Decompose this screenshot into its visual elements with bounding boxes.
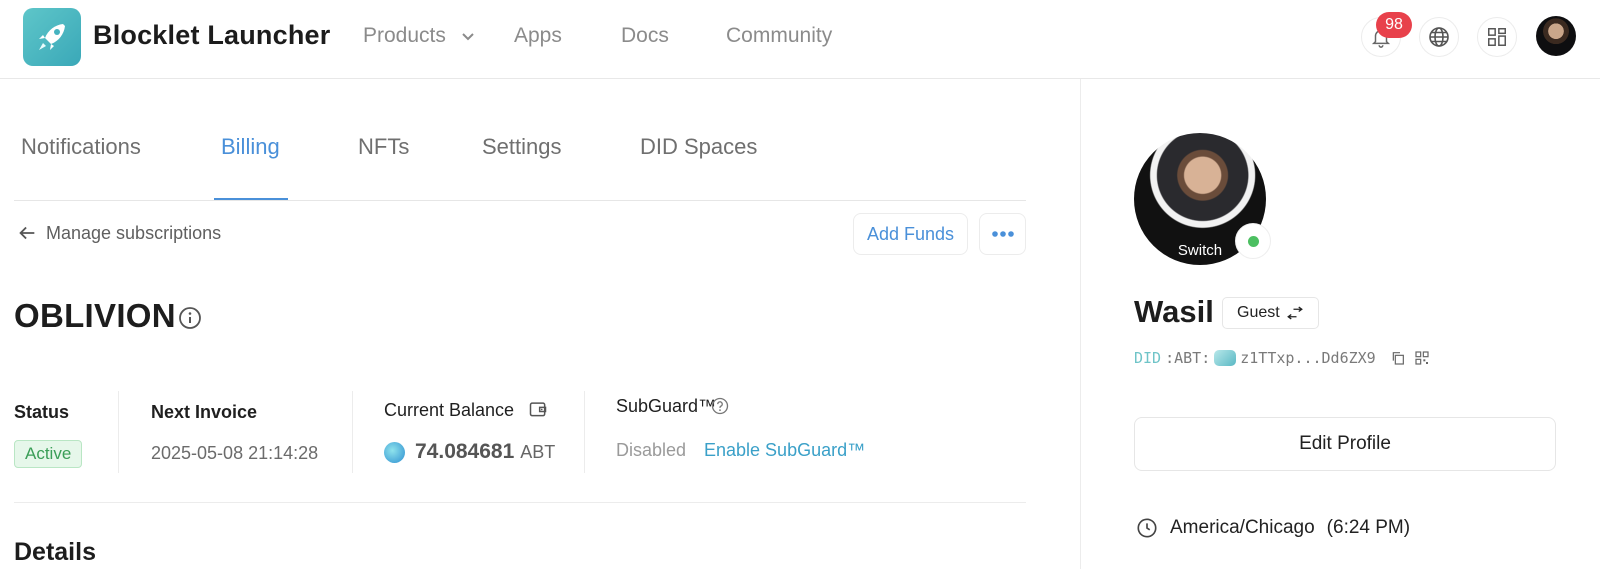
- did-value: z1TTxp...Dd6ZX9: [1240, 349, 1376, 367]
- copy-icon[interactable]: [1390, 350, 1406, 366]
- clock-icon: [1137, 518, 1157, 538]
- edit-profile-button[interactable]: Edit Profile: [1134, 417, 1556, 471]
- help-icon[interactable]: [711, 397, 729, 415]
- did-avatar-icon: [1214, 350, 1237, 366]
- tab-billing[interactable]: Billing: [221, 134, 280, 160]
- column-divider: [118, 391, 119, 473]
- online-status-indicator: [1235, 223, 1271, 259]
- wallet-icon[interactable]: [528, 399, 548, 419]
- info-icon[interactable]: [178, 306, 202, 330]
- section-divider: [14, 502, 1026, 503]
- subguard-status: Disabled: [616, 440, 687, 460]
- did-prefix: DID: [1134, 349, 1162, 367]
- status-badge: Active: [14, 440, 83, 468]
- online-dot: [1247, 235, 1259, 247]
- timezone-name: America/Chicago: [1170, 517, 1315, 538]
- grid-icon: [1488, 28, 1506, 46]
- globe-icon: [1429, 27, 1449, 47]
- chevron-down-icon[interactable]: [460, 29, 476, 45]
- switch-arrows-icon: [1286, 306, 1303, 320]
- add-funds-button[interactable]: Add Funds: [853, 213, 968, 255]
- did-address: DID:ABT: z1TTxp...Dd6ZX9: [1134, 349, 1430, 367]
- notification-count-badge: 98: [1376, 12, 1412, 38]
- column-divider: [352, 391, 353, 473]
- qr-code-icon[interactable]: [1414, 350, 1430, 366]
- active-tab-indicator: [214, 198, 288, 200]
- next-invoice-label: Next Invoice: [151, 402, 258, 422]
- next-invoice-date: 2025-05-08 21:14:28: [151, 443, 319, 463]
- blocklet-launcher-logo[interactable]: [23, 8, 81, 66]
- did-chain: :ABT:: [1165, 349, 1211, 367]
- balance-amount: 74.084681: [415, 440, 515, 463]
- tab-notifications[interactable]: Notifications: [21, 134, 141, 160]
- enable-subguard-link[interactable]: Enable SubGuard™: [704, 440, 865, 461]
- nav-apps[interactable]: Apps: [514, 24, 562, 48]
- more-actions-button[interactable]: [979, 213, 1026, 255]
- role-switch-chip[interactable]: Guest: [1222, 297, 1319, 329]
- back-to-subscriptions[interactable]: Manage subscriptions: [16, 222, 221, 244]
- rocket-icon: [39, 24, 65, 50]
- details-heading: Details: [14, 538, 96, 566]
- nav-products[interactable]: Products: [363, 24, 446, 48]
- column-divider: [584, 391, 585, 473]
- language-button[interactable]: [1419, 17, 1459, 57]
- role-label: Guest: [1237, 304, 1280, 321]
- app-title[interactable]: Blocklet Launcher: [93, 20, 330, 51]
- tabs-divider: [14, 200, 1026, 201]
- status-label: Status: [14, 402, 70, 422]
- current-balance: 74.084681 ABT: [384, 440, 555, 464]
- nav-community[interactable]: Community: [726, 24, 832, 48]
- user-name: Wasil: [1134, 294, 1214, 329]
- subscription-title: OBLIVION: [14, 297, 176, 334]
- abt-token-icon: [384, 441, 405, 463]
- user-avatar[interactable]: [1536, 16, 1576, 56]
- back-label: Manage subscriptions: [46, 222, 222, 243]
- current-balance-label: Current Balance: [384, 400, 515, 420]
- top-header: Blocklet Launcher Products Apps Docs Com…: [0, 0, 1600, 79]
- arrow-left-icon: [19, 226, 35, 240]
- tab-settings[interactable]: Settings: [482, 134, 562, 160]
- balance-unit: ABT: [520, 442, 556, 462]
- tab-nfts[interactable]: NFTs: [358, 134, 409, 160]
- panel-divider: [1080, 79, 1081, 569]
- local-time: (6:24 PM): [1326, 517, 1411, 538]
- tab-did-spaces[interactable]: DID Spaces: [640, 134, 757, 160]
- subguard-label: SubGuard™: [616, 396, 717, 416]
- more-horizontal-icon: [991, 231, 1014, 237]
- apps-grid-button[interactable]: [1477, 17, 1517, 57]
- timezone-row: America/Chicago (6:24 PM): [1136, 517, 1410, 539]
- nav-docs[interactable]: Docs: [621, 24, 669, 48]
